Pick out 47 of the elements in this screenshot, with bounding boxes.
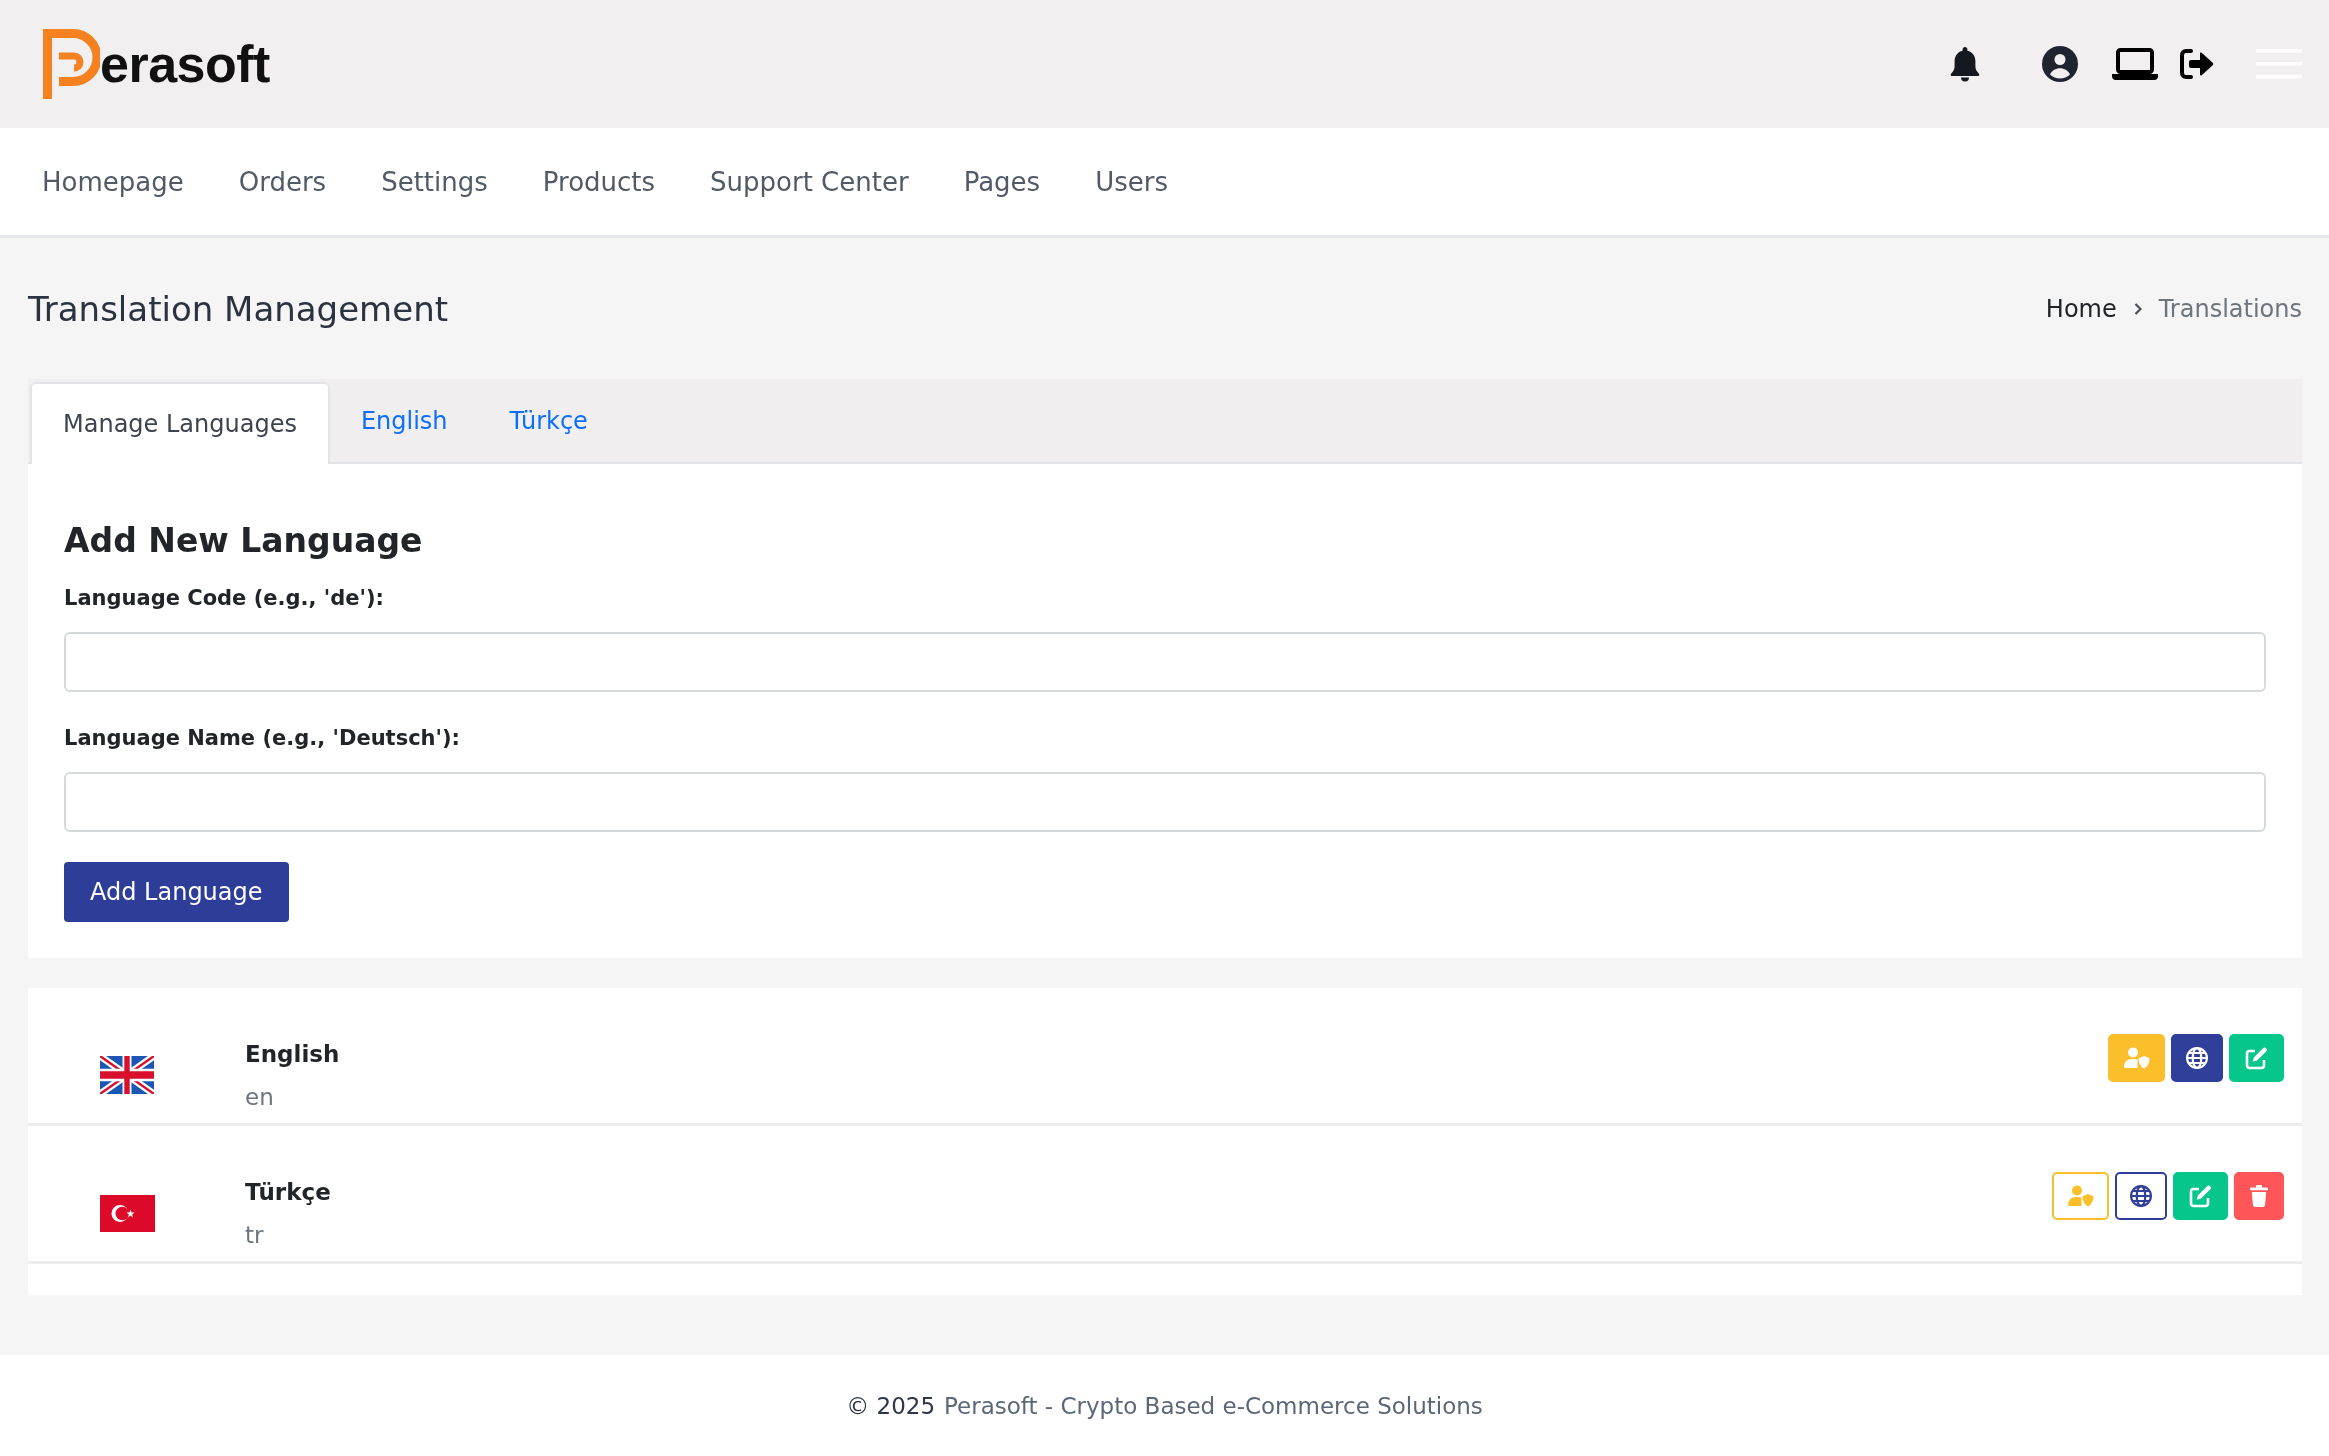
- globe-icon: [2130, 1185, 2152, 1207]
- permissions-button[interactable]: [2052, 1172, 2109, 1220]
- nav-link[interactable]: Homepage: [42, 164, 184, 199]
- language-tab[interactable]: English: [329, 380, 479, 462]
- translate-button[interactable]: [2115, 1172, 2167, 1220]
- nav-link[interactable]: Settings: [381, 164, 488, 199]
- nav-link[interactable]: Support Center: [710, 164, 909, 199]
- edit-button[interactable]: [2173, 1172, 2228, 1220]
- language-name: Türkçe: [245, 1178, 331, 1207]
- user-circle-icon[interactable]: [2042, 46, 2078, 82]
- pencil-square-icon: [2189, 1184, 2212, 1208]
- footer-link[interactable]: Perasoft - Crypto Based e-Commerce Solutions: [944, 1390, 1483, 1421]
- form-heading: Add New Language: [64, 521, 424, 561]
- chevron-icon: [2133, 302, 2142, 315]
- input-field[interactable]: [64, 772, 2266, 832]
- uk-flag-icon: [100, 1056, 154, 1094]
- nav-link[interactable]: Pages: [963, 164, 1041, 199]
- add-language-button[interactable]: Add Language: [64, 862, 289, 922]
- globe-icon: [2186, 1047, 2208, 1069]
- language-code: tr: [245, 1221, 265, 1250]
- field-label: Language Name (e.g., 'Deutsch'):: [64, 725, 461, 752]
- language-tab[interactable]: Türkçe: [478, 380, 619, 462]
- breadcrumb-link[interactable]: Home: [2045, 292, 2117, 325]
- nav-link[interactable]: Users: [1095, 164, 1168, 199]
- pencil-square-icon: [2245, 1046, 2268, 1070]
- bell-icon[interactable]: [1949, 46, 1981, 82]
- logo-text: erasoft: [100, 38, 270, 90]
- language-name: English: [245, 1040, 340, 1069]
- nav-link[interactable]: Products: [542, 164, 656, 199]
- user-shield-icon: [2123, 1047, 2150, 1069]
- delete-button[interactable]: [2234, 1172, 2284, 1220]
- permissions-button[interactable]: [2108, 1034, 2165, 1082]
- field-label: Language Code (e.g., 'de'):: [64, 585, 385, 612]
- input-field[interactable]: [64, 632, 2266, 692]
- language-tab[interactable]: Manage Languages: [30, 382, 330, 464]
- copyright-text: © 2025: [846, 1391, 936, 1421]
- nav-link[interactable]: Orders: [238, 164, 327, 199]
- laptop-icon[interactable]: [2112, 48, 2158, 80]
- language-code: en: [245, 1083, 275, 1112]
- trash-icon: [2250, 1185, 2268, 1207]
- translate-button[interactable]: [2171, 1034, 2223, 1082]
- page-title: Translation Management: [28, 288, 449, 329]
- edit-button[interactable]: [2229, 1034, 2284, 1082]
- user-shield-icon: [2067, 1185, 2094, 1207]
- turkey-flag-icon: [100, 1194, 155, 1232]
- breadcrumb-current: Translations: [2158, 293, 2302, 325]
- logo-icon: [43, 29, 100, 99]
